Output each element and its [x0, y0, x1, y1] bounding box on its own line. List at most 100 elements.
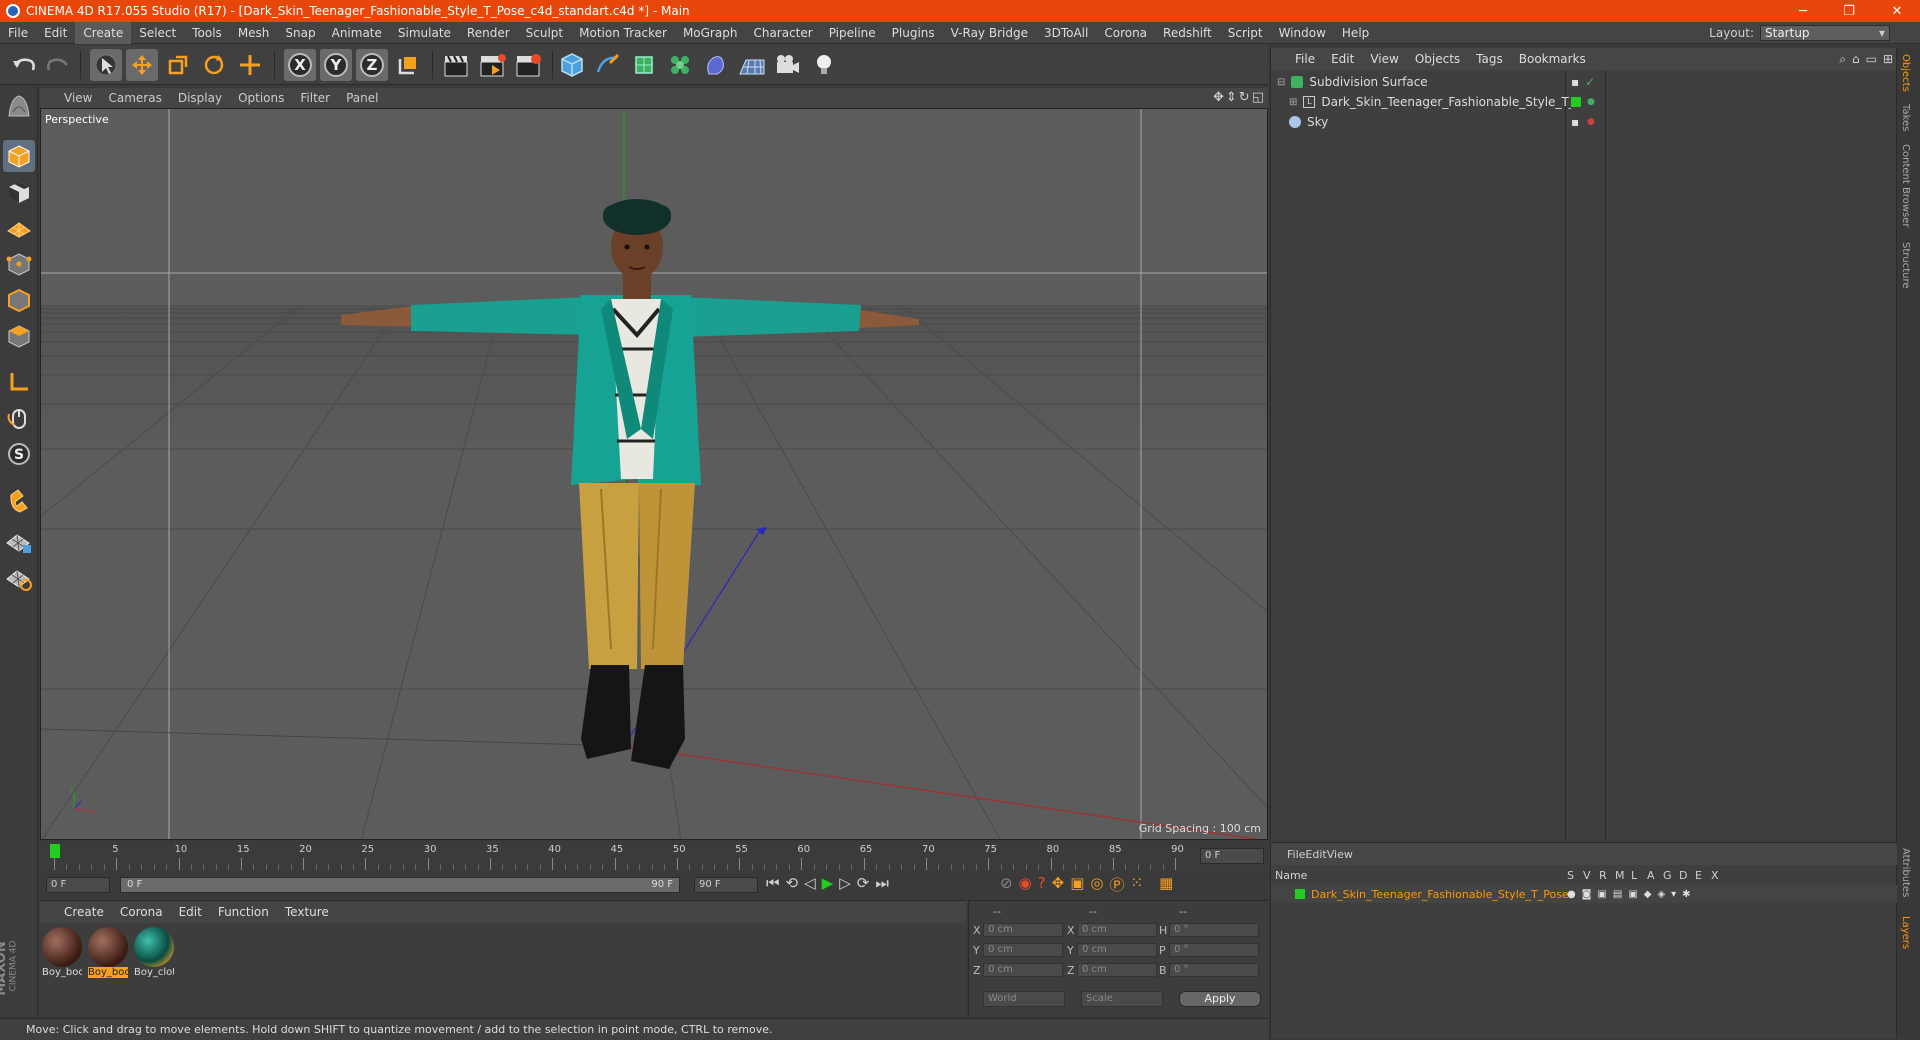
coord-field-p[interactable]: 0 °: [1169, 943, 1259, 957]
coord-field-y[interactable]: 0 cm: [983, 943, 1063, 957]
key-pla-icon[interactable]: ⁙: [1131, 874, 1144, 895]
polygons-mode-button[interactable]: [3, 320, 35, 352]
menu-mograph[interactable]: MoGraph: [675, 22, 746, 44]
layer-col-m[interactable]: M: [1615, 869, 1625, 882]
menu-script[interactable]: Script: [1220, 22, 1271, 44]
key-scale-icon[interactable]: ▣: [1070, 874, 1084, 895]
menu-edit[interactable]: Edit: [36, 22, 75, 44]
status-dots-icon[interactable]: ●: [1587, 117, 1595, 127]
enabled-check-icon[interactable]: ✓: [1585, 75, 1595, 89]
play-icon[interactable]: ▶: [822, 874, 834, 892]
coord-field-z[interactable]: 0 cm: [1077, 963, 1157, 977]
coordinate-system-button[interactable]: [392, 49, 424, 81]
layout-select[interactable]: Startup: [1760, 25, 1890, 41]
tab-structure[interactable]: Structure: [1900, 242, 1911, 289]
menu-tools[interactable]: Tools: [184, 22, 230, 44]
object-menu-view[interactable]: View: [1362, 52, 1406, 66]
next-key-icon[interactable]: ⟳: [857, 874, 870, 892]
texture-mode-button[interactable]: [3, 176, 35, 208]
enable-axis-button[interactable]: [3, 366, 35, 398]
magnet-tool-button[interactable]: [3, 484, 35, 516]
object-name[interactable]: Sky: [1307, 115, 1328, 129]
add-spline-button[interactable]: [592, 49, 624, 81]
step-forward-icon[interactable]: ▷: [839, 874, 851, 892]
add-cube-button[interactable]: [556, 49, 588, 81]
layer-col-r[interactable]: R: [1599, 869, 1609, 882]
start-frame-field[interactable]: 0 F: [46, 877, 110, 893]
undo-button[interactable]: [8, 49, 40, 81]
new-window-icon[interactable]: ▭: [1866, 52, 1877, 67]
object-row-sky[interactable]: Sky ▪ ●: [1271, 112, 1897, 132]
layer-col-g[interactable]: G: [1663, 869, 1673, 882]
range-slider[interactable]: 0 F 90 F: [120, 877, 680, 893]
layer-menu-edit[interactable]: Edit: [1305, 848, 1326, 861]
make-editable-button[interactable]: [3, 90, 35, 122]
points-mode-button[interactable]: [3, 248, 35, 280]
material-swatch-selected[interactable]: Boy_boc: [88, 927, 128, 981]
add-nurbs-button[interactable]: [628, 49, 660, 81]
menu-animate[interactable]: Animate: [324, 22, 390, 44]
minimize-button[interactable]: ─: [1780, 0, 1826, 22]
x-axis-lock-button[interactable]: X: [284, 49, 316, 81]
object-row-character[interactable]: ⊞ L Dark_Skin_Teenager_Fashionable_Style…: [1271, 92, 1897, 112]
key-rotation-icon[interactable]: ◎: [1090, 874, 1103, 895]
coord-field-b[interactable]: 0 °: [1169, 963, 1259, 977]
maximize-view-icon[interactable]: ◱: [1252, 90, 1264, 105]
menu-help[interactable]: Help: [1334, 22, 1377, 44]
locked-workplane-button[interactable]: [3, 526, 35, 558]
layer-name[interactable]: Dark_Skin_Teenager_Fashionable_Style_T_P…: [1311, 888, 1569, 901]
timeline-ruler[interactable]: 051015202530354045505560657075808590 0 F: [40, 842, 1268, 872]
expand-icon[interactable]: ⊞: [1883, 52, 1893, 67]
rotate-tool-button[interactable]: [198, 49, 230, 81]
layer-col-x[interactable]: X: [1711, 869, 1721, 882]
coord-field-y[interactable]: 0 cm: [1077, 943, 1157, 957]
object-menu-edit[interactable]: Edit: [1323, 52, 1362, 66]
menu-render[interactable]: Render: [459, 22, 518, 44]
coord-field-h[interactable]: 0 °: [1169, 923, 1259, 937]
object-row-subdivision[interactable]: ⊟ Subdivision Surface ▪ ✓: [1271, 72, 1897, 92]
planar-workplane-button[interactable]: [3, 562, 35, 594]
menu-simulate[interactable]: Simulate: [390, 22, 459, 44]
menu-select[interactable]: Select: [131, 22, 184, 44]
menu-3dtoall[interactable]: 3DToAll: [1036, 22, 1096, 44]
menu-character[interactable]: Character: [745, 22, 820, 44]
layer-color-swatch[interactable]: [1295, 889, 1305, 899]
object-name[interactable]: Subdivision Surface: [1309, 75, 1427, 89]
material-swatch[interactable]: Boy_boc: [42, 927, 82, 981]
menu-plugins[interactable]: Plugins: [884, 22, 943, 44]
tab-content-browser[interactable]: Content Browser: [1900, 144, 1911, 227]
material-menu-corona[interactable]: Corona: [112, 905, 171, 919]
add-camera-button[interactable]: [772, 49, 804, 81]
record-icon[interactable]: ◉: [1019, 874, 1032, 895]
perspective-viewport[interactable]: y x Perspective Grid Spacing : 100 cm: [40, 108, 1268, 840]
viewport-menu-display[interactable]: Display: [170, 91, 230, 105]
autokey-disabled-icon[interactable]: ⊘: [1000, 874, 1013, 895]
render-to-picture-viewer-button[interactable]: [476, 49, 508, 81]
status-dots-icon[interactable]: ●: [1587, 97, 1595, 107]
menu-window[interactable]: Window: [1271, 22, 1334, 44]
key-position-icon[interactable]: ✥: [1052, 874, 1065, 895]
home-icon[interactable]: ⌂: [1852, 52, 1860, 67]
viewport-menu-panel[interactable]: Panel: [338, 91, 386, 105]
tweak-mode-button[interactable]: [3, 402, 35, 434]
coord-field-z[interactable]: 0 cm: [983, 963, 1063, 977]
material-menu-function[interactable]: Function: [210, 905, 277, 919]
material-menu-create[interactable]: Create: [56, 905, 112, 919]
size-mode-select[interactable]: Scale: [1081, 991, 1163, 1007]
menu-pipeline[interactable]: Pipeline: [821, 22, 884, 44]
menu-redshift[interactable]: Redshift: [1155, 22, 1220, 44]
layer-col-d[interactable]: D: [1679, 869, 1689, 882]
material-swatch[interactable]: Boy_clot: [134, 927, 174, 981]
snapping-button[interactable]: S: [3, 438, 35, 470]
tab-objects[interactable]: Objects: [1900, 54, 1911, 92]
menu-mesh[interactable]: Mesh: [230, 22, 278, 44]
object-menu-objects[interactable]: Objects: [1407, 52, 1468, 66]
step-back-icon[interactable]: ◁: [804, 874, 816, 892]
add-mograph-button[interactable]: [664, 49, 696, 81]
layer-col-e[interactable]: E: [1695, 869, 1705, 882]
coord-mode-select[interactable]: World: [983, 991, 1065, 1007]
add-environment-button[interactable]: [736, 49, 768, 81]
add-light-button[interactable]: [808, 49, 840, 81]
menu-sculpt[interactable]: Sculpt: [518, 22, 571, 44]
viewport-menu-cameras[interactable]: Cameras: [100, 91, 169, 105]
